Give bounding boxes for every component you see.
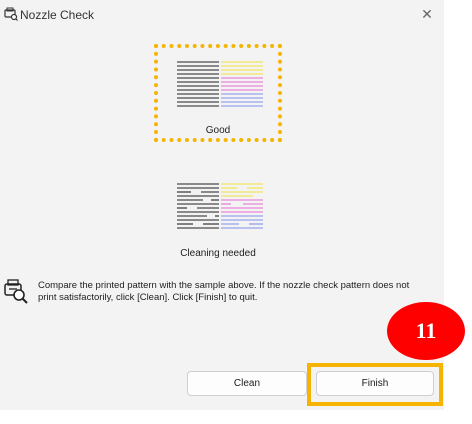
title-bar: Nozzle Check ✕: [0, 0, 444, 30]
good-sample-highlight: [154, 44, 282, 142]
instructions-text: Compare the printed pattern with the sam…: [38, 280, 410, 303]
printer-nozzle-icon: [4, 7, 18, 21]
cleaning-needed-pattern-sample: [177, 183, 263, 229]
cleaning-needed-label: Cleaning needed: [180, 248, 256, 259]
step-number-badge: 11: [387, 302, 465, 360]
printer-info-icon: [4, 279, 28, 304]
close-icon: ✕: [421, 6, 433, 22]
finish-button-highlight: [307, 363, 443, 406]
clean-button[interactable]: Clean: [187, 371, 307, 396]
nozzle-check-dialog: Nozzle Check ✕ Good Cleaning needed Comp…: [0, 0, 444, 410]
window-title: Nozzle Check: [20, 8, 95, 22]
close-button[interactable]: ✕: [416, 4, 438, 24]
